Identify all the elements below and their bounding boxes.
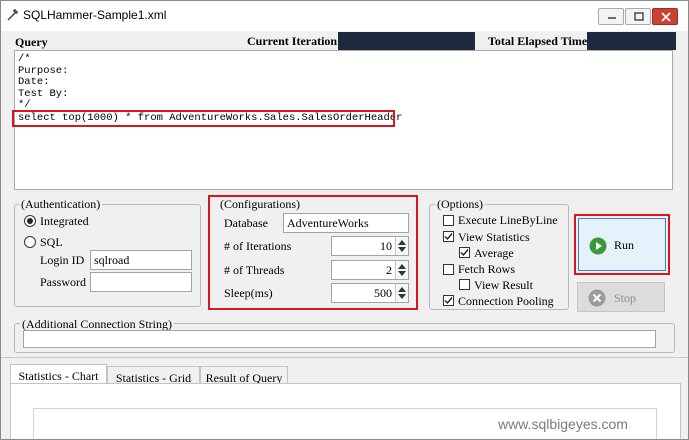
iterations-stepper[interactable]: 10 bbox=[331, 236, 409, 256]
integrated-radio[interactable] bbox=[24, 215, 36, 227]
login-id-input[interactable]: sqlroad bbox=[90, 250, 192, 270]
minimize-button[interactable] bbox=[598, 8, 624, 25]
hammer-icon bbox=[6, 8, 19, 22]
execute-linebyline-checkbox[interactable] bbox=[443, 215, 454, 226]
tab-statistics-chart[interactable]: Statistics - Chart bbox=[10, 364, 107, 384]
fetch-rows-label: Fetch Rows bbox=[458, 262, 515, 276]
maximize-icon bbox=[634, 12, 644, 21]
elapsed-time-label: Total Elapsed Time bbox=[488, 34, 588, 48]
database-label: Database bbox=[224, 216, 268, 230]
stop-icon bbox=[588, 289, 606, 307]
execute-linebyline-label: Execute LineByLine bbox=[458, 213, 558, 227]
close-button[interactable] bbox=[652, 8, 678, 25]
spinner-arrows-icon[interactable] bbox=[395, 284, 408, 302]
average-label: Average bbox=[474, 246, 514, 260]
sleep-label: Sleep(ms) bbox=[224, 286, 273, 300]
tab-label: Statistics - Chart bbox=[18, 369, 99, 383]
title-bar: SQLHammer-Sample1.xml bbox=[1, 1, 688, 31]
view-result-label: View Result bbox=[474, 278, 533, 292]
password-label: Password bbox=[40, 275, 87, 289]
maximize-button[interactable] bbox=[625, 8, 651, 25]
iterations-label: # of Iterations bbox=[224, 239, 292, 253]
spinner-arrows-icon[interactable] bbox=[395, 237, 408, 255]
additional-connection-input[interactable] bbox=[23, 330, 656, 348]
checkmark-icon bbox=[444, 233, 453, 241]
divider bbox=[1, 357, 688, 358]
sleep-value: 500 bbox=[374, 286, 392, 300]
tab-statistics-grid[interactable]: Statistics - Grid bbox=[107, 366, 200, 385]
options-legend: (Options) bbox=[435, 197, 485, 212]
sql-radio[interactable] bbox=[24, 236, 36, 248]
view-result-checkbox[interactable] bbox=[459, 279, 470, 290]
sleep-stepper[interactable]: 500 bbox=[331, 283, 409, 303]
close-icon bbox=[661, 12, 671, 22]
spinner-arrows-icon[interactable] bbox=[395, 261, 408, 279]
threads-value: 2 bbox=[386, 263, 392, 277]
fetch-rows-checkbox[interactable] bbox=[443, 264, 454, 275]
stop-label: Stop bbox=[614, 291, 637, 305]
query-line: /* bbox=[18, 53, 31, 65]
threads-stepper[interactable]: 2 bbox=[331, 260, 409, 280]
query-line: Date: bbox=[18, 76, 50, 88]
configurations-legend: (Configurations) bbox=[220, 197, 300, 211]
password-input[interactable] bbox=[90, 272, 192, 292]
sql-label: SQL bbox=[40, 235, 63, 249]
query-label: Query bbox=[15, 35, 48, 49]
threads-label: # of Threads bbox=[224, 263, 285, 277]
sql-highlight-box bbox=[12, 110, 395, 127]
login-id-label: Login ID bbox=[40, 253, 85, 267]
stop-button[interactable]: Stop bbox=[577, 282, 665, 312]
window-title: SQLHammer-Sample1.xml bbox=[23, 8, 167, 22]
watermark-text: www.sqlbigeyes.com bbox=[498, 416, 628, 432]
radio-selected-dot bbox=[27, 218, 33, 224]
play-icon bbox=[589, 237, 607, 255]
run-button[interactable]: Run bbox=[578, 218, 666, 271]
minimize-icon bbox=[608, 17, 616, 19]
elapsed-time-field bbox=[587, 32, 676, 50]
iterations-value: 10 bbox=[380, 239, 392, 253]
run-label: Run bbox=[614, 238, 635, 252]
authentication-legend: (Authentication) bbox=[19, 197, 103, 212]
app-window: SQLHammer-Sample1.xml Query Current Iter… bbox=[0, 0, 689, 440]
connection-pooling-label: Connection Pooling bbox=[458, 294, 554, 308]
connection-pooling-checkbox[interactable] bbox=[443, 295, 454, 306]
current-iteration-label: Current Iteration bbox=[247, 34, 338, 48]
tab-result-of-query[interactable]: Result of Query bbox=[200, 366, 288, 385]
checkmark-icon bbox=[444, 297, 453, 305]
current-iteration-field bbox=[338, 32, 475, 50]
integrated-label: Integrated bbox=[40, 214, 89, 228]
view-statistics-label: View Statistics bbox=[458, 230, 530, 244]
view-statistics-checkbox[interactable] bbox=[443, 231, 454, 242]
average-checkbox[interactable] bbox=[459, 247, 470, 258]
database-input[interactable]: AdventureWorks bbox=[283, 213, 409, 233]
checkmark-icon bbox=[460, 249, 469, 257]
